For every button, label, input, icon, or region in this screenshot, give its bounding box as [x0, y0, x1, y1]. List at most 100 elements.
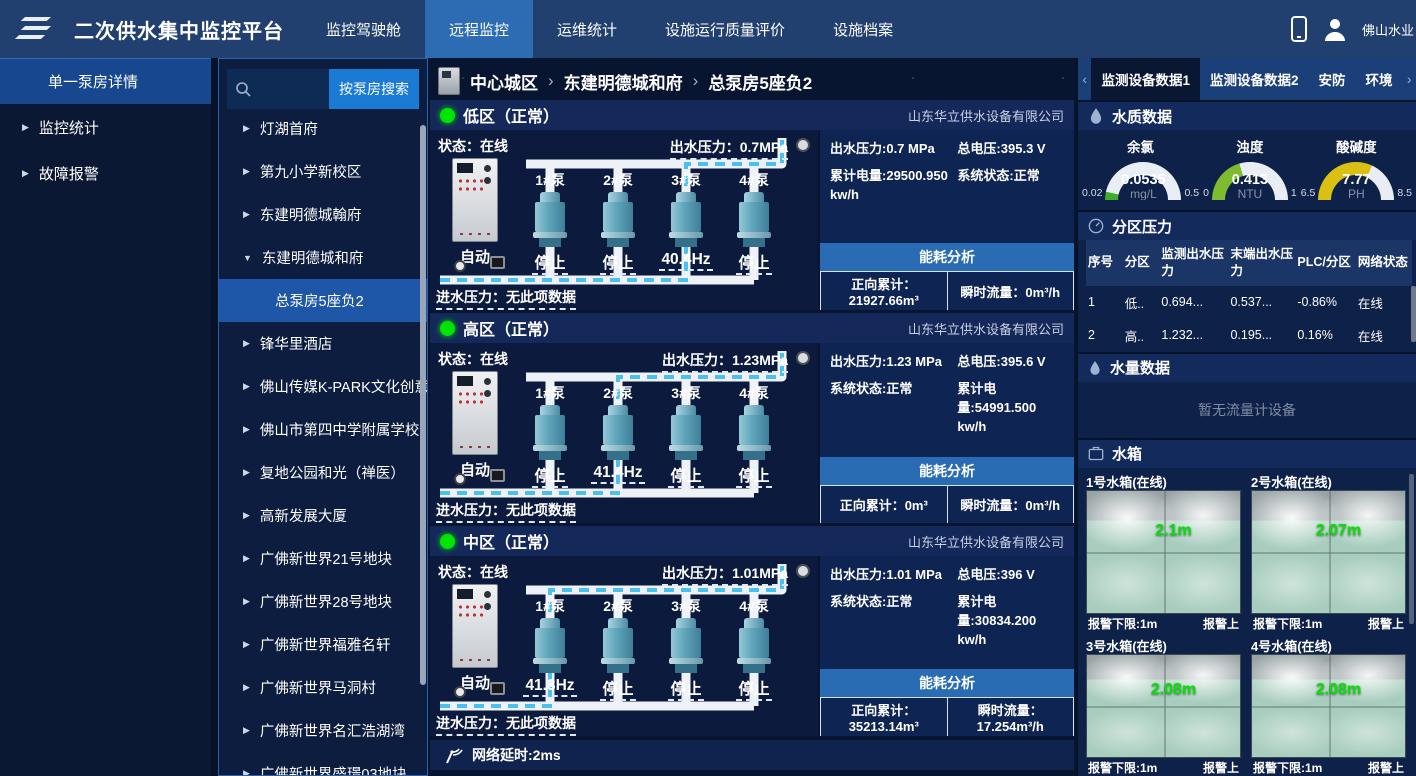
station-item[interactable]: ▶复地公园和光（禅医）	[219, 451, 427, 494]
tab-label: 监测设备数据1	[1101, 69, 1190, 89]
forward-total: 正向累计：21927.66m³	[820, 271, 948, 310]
tabs-scroll-left-icon[interactable]: ‹	[1078, 58, 1091, 100]
tab-device-data-2[interactable]: 监测设备数据2	[1200, 58, 1309, 100]
gauge-label: 酸碱度	[1301, 136, 1412, 156]
nav-tab-cockpit[interactable]: 监控驾驶舱	[302, 0, 425, 58]
station-item-label: 广佛新世界福雅名轩	[260, 634, 391, 655]
cell: 低..	[1123, 286, 1160, 319]
station-item[interactable]: ▶佛山传媒K-PARK文化创意	[219, 365, 427, 408]
tab-security[interactable]: 安防	[1309, 58, 1356, 100]
pump-1	[533, 618, 567, 674]
sidebar-item-monitor-stats[interactable]: ▶ 监控统计	[0, 104, 211, 150]
nav-tab-remote-monitor[interactable]: 远程监控	[425, 0, 533, 58]
brand-icon	[12, 14, 64, 44]
instant-flow: 瞬时流量：0m³/h	[948, 485, 1075, 523]
zone-info: 出水压力:1.23 MPa 总电压:395.6 V 系统状态:正常 累计电量:5…	[820, 343, 1074, 523]
tab-environment[interactable]: 环境	[1356, 58, 1403, 100]
pump-label: 3#泵	[654, 170, 718, 190]
network-signal-icon	[444, 746, 464, 764]
tank-card-1: 1号水箱(在线) 2.1m 报警下限:1m 报警上	[1086, 472, 1241, 634]
cell: 在线	[1356, 286, 1412, 319]
station-item[interactable]: ▶锋华里酒店	[219, 322, 427, 365]
station-item-label: 复地公园和光（禅医）	[260, 462, 405, 483]
tank-level: 2.08m	[1252, 681, 1416, 699]
sidebar-item-label: 监控统计	[39, 117, 99, 138]
info-item: 出水压力:1.23 MPa	[830, 353, 949, 372]
zone-status: 状态：在线	[438, 349, 508, 369]
pump-status: 停止	[716, 677, 792, 699]
chevron-right-icon: ▶	[243, 725, 250, 736]
breadcrumb: 中心城区 › 东建明德城和府 › 总泵房5座负2	[430, 62, 1074, 100]
station-item-label: 广佛新世界马洞村	[260, 677, 376, 698]
inlet-pressure-label: 进水压力：无此项数据	[436, 500, 576, 523]
nav-tab-quality-eval[interactable]: 设施运行质量评价	[641, 0, 809, 58]
pump-status: 停止	[648, 677, 724, 699]
info-item: 总电压:395.6 V	[957, 353, 1066, 372]
section-title: 水质数据	[1112, 106, 1172, 127]
section-title: 水量数据	[1110, 357, 1170, 378]
phone-icon[interactable]	[1290, 16, 1308, 42]
station-item-label: 锋华里酒店	[260, 333, 333, 354]
station-item-label: 佛山传媒K-PARK文化创意	[260, 376, 427, 397]
station-item-label: 佛山市第四中学附属学校	[260, 419, 420, 440]
station-item[interactable]: ▶灯湖首府	[219, 107, 427, 150]
breadcrumb-station[interactable]: 总泵房5座负2	[708, 69, 812, 94]
tank-alarm-low: 报警下限:1m	[1088, 615, 1157, 632]
chevron-right-icon: ▶	[243, 166, 250, 177]
sidebar-item-fault-alarm[interactable]: ▶ 故障报警	[0, 150, 211, 196]
user-name[interactable]: 佛山水业	[1362, 20, 1414, 39]
table-scrollbar[interactable]	[1411, 286, 1416, 342]
chevron-right-icon: ▶	[243, 768, 250, 775]
table-row[interactable]: 2 高.. 1.232... 0.195... 0.16% 在线	[1086, 319, 1412, 352]
breadcrumb-community[interactable]: 东建明德城和府	[564, 69, 683, 94]
water-quality-gauges: 余氯 0.02 0.0535 mg/L 0.5 浊度 0	[1078, 130, 1416, 210]
user-icon[interactable]	[1322, 16, 1348, 42]
outlet-pressure-label: 出水压力：1.01MPa	[662, 563, 788, 586]
cell: 0.195...	[1228, 319, 1295, 352]
energy-analysis-title: 能耗分析	[820, 669, 1074, 697]
tabs-scroll-right-icon[interactable]: ›	[1403, 58, 1416, 100]
station-item[interactable]: ▶东建明德城翰府	[219, 193, 427, 236]
water-drop-icon	[1088, 107, 1104, 125]
pump-1	[533, 192, 567, 248]
nav-tab-archives[interactable]: 设施档案	[809, 0, 917, 58]
chevron-right-icon: ▶	[22, 168, 29, 179]
station-item[interactable]: ▶广佛新世界福雅名轩	[219, 623, 427, 666]
zone-panel-mid: 中区（正常） 山东华立供水设备有限公司	[430, 526, 1074, 736]
zone-info: 出水压力:1.01 MPa 总电压:396 V 系统状态:正常 累计电量:308…	[820, 556, 1074, 736]
station-item[interactable]: ▶佛山市第四中学附属学校	[219, 408, 427, 451]
water-drop-icon	[1088, 360, 1102, 376]
sidebar-item-pump-detail[interactable]: 单一泵房详情	[0, 58, 211, 104]
gauge-min: 6.5	[1301, 187, 1316, 200]
search-by-station-button[interactable]: 按泵房搜索	[329, 69, 419, 109]
pump-label: 4#泵	[722, 596, 786, 616]
station-item[interactable]: ▶广佛新世界盛璟03地块	[219, 752, 427, 775]
station-item[interactable]: ▶ 广佛新世界马洞村	[219, 666, 427, 709]
tab-device-data-1[interactable]: 监测设备数据1	[1091, 58, 1200, 100]
inlet-sensor-icon	[490, 682, 505, 695]
pump-diagram: 状态：在线 出水压力：0.7MPa 自动 1#泵 2#泵 3#泵	[430, 130, 818, 310]
tank-image: 2.08m	[1086, 654, 1241, 758]
section-title: 水箱	[1112, 443, 1142, 464]
tank-alarm-high: 报警上	[1368, 615, 1404, 632]
breadcrumb-district[interactable]: 中心城区	[470, 69, 538, 94]
chevron-down-icon: ▼	[243, 253, 252, 263]
station-item[interactable]: 总泵房5座负2	[219, 279, 427, 322]
station-item[interactable]: ▶广佛新世界21号地块	[219, 537, 427, 580]
table-row[interactable]: 1 低.. 0.694... 0.537... -0.86% 在线	[1086, 286, 1412, 319]
station-item[interactable]: ▶第九小学新校区	[219, 150, 427, 193]
station-item[interactable]: ▶广佛新世界名汇浩湖湾	[219, 709, 427, 752]
zone-company: 山东华立供水设备有限公司	[908, 106, 1064, 125]
chevron-right-icon: ▶	[243, 682, 250, 693]
station-item[interactable]: ▶高新发展大厦	[219, 494, 427, 537]
nav-tab-ops-stats[interactable]: 运维统计	[533, 0, 641, 58]
tanks-scrollbar[interactable]	[1409, 474, 1414, 624]
breadcrumb-separator: ›	[693, 71, 699, 91]
tank-alarm-high: 报警上	[1203, 759, 1239, 776]
station-list-scrollbar[interactable]	[420, 125, 426, 685]
station-item[interactable]: ▼东建明德城和府	[219, 236, 427, 279]
gauge-unit: PH	[1318, 187, 1394, 200]
search-input[interactable]	[251, 81, 321, 98]
station-item[interactable]: ▶广佛新世界28号地块	[219, 580, 427, 623]
zone-status: 状态：在线	[438, 136, 508, 156]
